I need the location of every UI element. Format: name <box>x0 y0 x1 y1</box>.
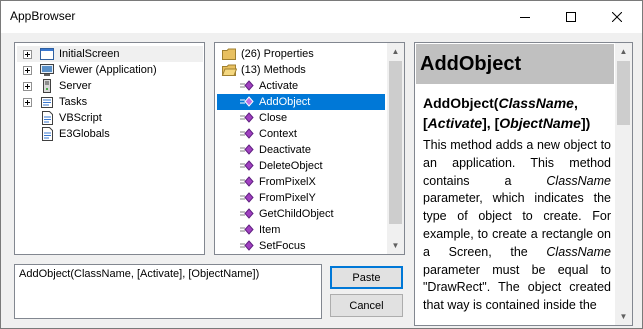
method-label: FromPixelX <box>259 176 316 188</box>
script-icon <box>42 111 53 125</box>
tree-item-label: E3Globals <box>59 128 110 140</box>
help-scrollbar[interactable]: ▲ ▼ <box>615 43 632 325</box>
scroll-thumb[interactable] <box>617 61 630 125</box>
method-label: DeleteObject <box>259 160 323 172</box>
close-icon <box>612 11 622 22</box>
method-icon <box>240 192 254 203</box>
scroll-up-arrow[interactable]: ▲ <box>387 43 404 60</box>
method-item[interactable]: Close <box>217 110 385 126</box>
method-item[interactable]: FromPixelY <box>217 190 385 206</box>
tree-item-viewer[interactable]: Viewer (Application) <box>17 62 203 78</box>
app-window: AppBrowser InitialScreen Viewer (Applica… <box>0 0 643 329</box>
viewer-icon <box>40 64 54 76</box>
method-label: Deactivate <box>259 144 311 156</box>
method-item[interactable]: Deactivate <box>217 142 385 158</box>
tree-item-label: Viewer (Application) <box>59 64 157 76</box>
scroll-thumb[interactable] <box>389 61 402 224</box>
folder-label: (13) Methods <box>241 64 306 76</box>
window-title: AppBrowser <box>10 9 76 23</box>
method-item[interactable]: FromPixelX <box>217 174 385 190</box>
members-list[interactable]: (26) Properties (13) Methods Activate Ad… <box>214 42 405 255</box>
method-icon <box>240 144 254 155</box>
maximize-icon <box>566 11 576 22</box>
tree-item-e3globals[interactable]: E3Globals <box>17 126 203 142</box>
method-label: FromPixelY <box>259 192 316 204</box>
method-label: AddObject <box>259 96 311 108</box>
method-label: GetChildObject <box>259 208 334 220</box>
tree-item-server[interactable]: Server <box>17 78 203 94</box>
method-icon <box>240 208 254 219</box>
folder-icon <box>222 48 236 60</box>
tree-item-initialscreen[interactable]: InitialScreen <box>17 46 203 62</box>
tree-item-vbscript[interactable]: VBScript <box>17 110 203 126</box>
scroll-down-arrow[interactable]: ▼ <box>615 308 632 325</box>
method-item[interactable]: SetFocus <box>217 238 385 254</box>
method-item[interactable]: Context <box>217 126 385 142</box>
method-icon <box>240 128 254 139</box>
tree-item-label: Server <box>59 80 92 92</box>
tree-item-tasks[interactable]: Tasks <box>17 94 203 110</box>
minimize-button[interactable] <box>502 1 548 32</box>
method-item[interactable]: Activate <box>217 78 385 94</box>
folder-methods[interactable]: (13) Methods <box>217 62 385 78</box>
method-item[interactable]: GetChildObject <box>217 206 385 222</box>
tasks-icon <box>41 97 53 108</box>
method-label: Activate <box>259 80 299 92</box>
scroll-up-arrow[interactable]: ▲ <box>615 43 632 60</box>
folder-label: (26) Properties <box>241 48 314 60</box>
method-icon <box>240 112 254 123</box>
method-label: Item <box>259 224 281 236</box>
object-tree[interactable]: InitialScreen Viewer (Application) Serve… <box>14 42 205 255</box>
minimize-icon <box>520 16 530 18</box>
tree-item-label: Tasks <box>59 96 88 108</box>
method-icon <box>240 160 254 171</box>
help-header: AddObject <box>416 44 614 84</box>
folder-open-icon <box>221 64 237 76</box>
tree-item-label: InitialScreen <box>59 48 120 60</box>
method-item[interactable]: Item <box>217 222 385 238</box>
help-description: This method adds a new object to an appl… <box>423 138 611 313</box>
method-icon <box>240 240 254 251</box>
help-panel: AddObject AddObject(ClassName, [Activate… <box>414 42 633 326</box>
expand-icon[interactable] <box>23 66 32 75</box>
method-icon <box>240 224 254 235</box>
expand-icon[interactable] <box>23 50 32 59</box>
tree-item-label: VBScript <box>59 112 102 124</box>
method-label: Context <box>259 128 297 140</box>
method-label: SetFocus <box>259 240 306 252</box>
method-item[interactable]: DeleteObject <box>217 158 385 174</box>
paste-button[interactable]: Paste <box>330 266 403 289</box>
method-icon <box>240 80 254 91</box>
help-signature: AddObject(ClassName, [Activate], [Object… <box>423 95 591 131</box>
globals-icon <box>42 127 53 141</box>
syntax-textbox[interactable]: AddObject(ClassName, [Activate], [Object… <box>14 264 322 319</box>
maximize-button[interactable] <box>548 1 594 32</box>
window-icon <box>40 48 54 60</box>
scroll-down-arrow[interactable]: ▼ <box>387 237 404 254</box>
close-button[interactable] <box>594 1 640 32</box>
members-scrollbar[interactable]: ▲ ▼ <box>387 43 404 254</box>
expand-icon[interactable] <box>23 82 32 91</box>
method-label: Close <box>259 112 288 124</box>
title-bar: AppBrowser <box>1 1 642 33</box>
cancel-button[interactable]: Cancel <box>330 294 403 317</box>
method-icon <box>240 176 254 187</box>
server-icon <box>43 79 51 93</box>
method-icon <box>240 96 254 107</box>
folder-properties[interactable]: (26) Properties <box>217 46 385 62</box>
expand-icon[interactable] <box>23 98 32 107</box>
method-item-selected[interactable]: AddObject <box>217 94 385 110</box>
